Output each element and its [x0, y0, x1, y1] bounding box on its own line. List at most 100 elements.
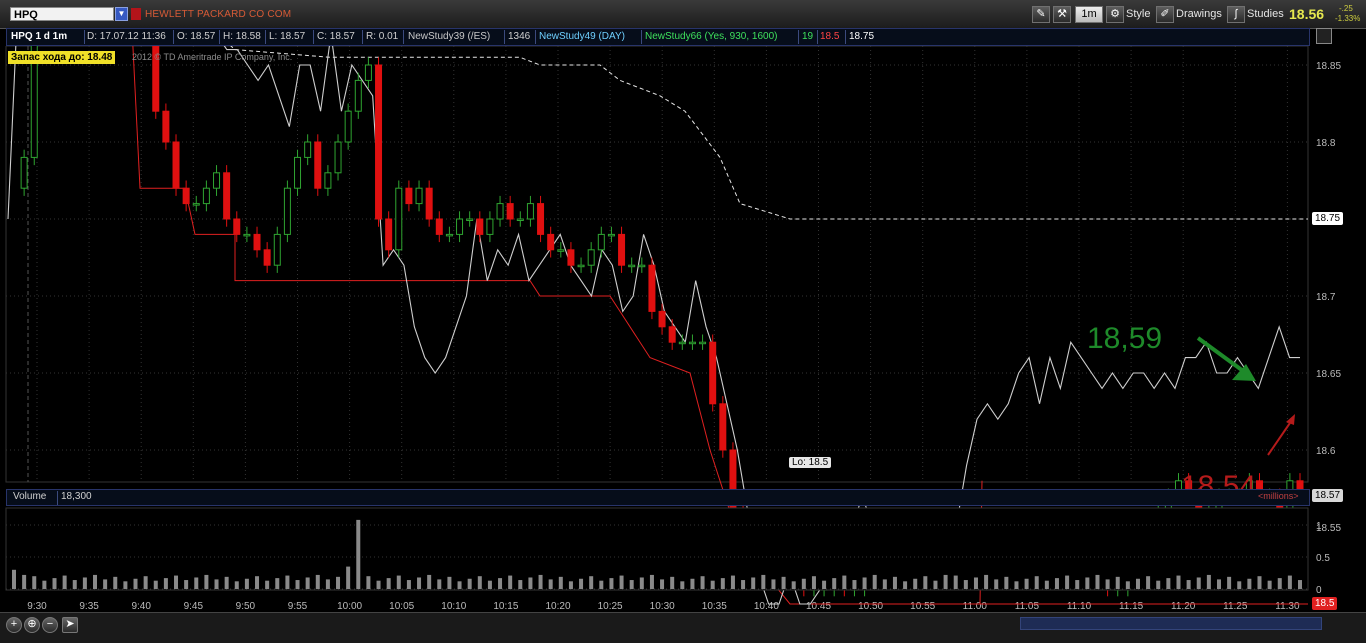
volume-bar — [376, 580, 381, 589]
y-tick-label: 18.7 — [1316, 292, 1336, 303]
candle-body — [304, 141, 312, 158]
volume-bar — [52, 578, 57, 589]
volume-bar — [791, 581, 796, 589]
volume-bar — [305, 577, 310, 589]
x-tick-label: 10:10 — [441, 601, 466, 612]
volume-bar — [1014, 581, 1019, 589]
volume-bar — [1054, 578, 1059, 589]
volume-bar — [629, 580, 634, 589]
volume-bar — [113, 576, 118, 589]
volume-bar — [700, 576, 705, 589]
volume-bar — [1267, 580, 1272, 589]
time-scrollbar[interactable] — [1020, 617, 1322, 630]
candle-body — [537, 203, 545, 235]
volume-tick-label: 1 — [1316, 521, 1322, 532]
volume-bar — [477, 576, 482, 589]
volume-bar — [427, 574, 432, 589]
info-study3-value: 19 — [802, 31, 814, 42]
volume-bar — [568, 581, 573, 589]
x-tick-label: 10:20 — [545, 601, 570, 612]
style-menu[interactable]: Style — [1126, 8, 1150, 20]
style-icon[interactable]: ⚙ — [1106, 6, 1124, 23]
volume-bar — [1257, 576, 1262, 589]
copyright-text: 2012 © TD Ameritrade IP Company, Inc. — [132, 52, 293, 62]
price-tag: 18.5 — [1312, 597, 1338, 610]
price-tag: 18.75 — [1312, 212, 1344, 225]
volume-bar — [771, 579, 776, 589]
volume-bar — [315, 574, 320, 589]
candle-body — [719, 403, 727, 451]
x-tick-label: 10:55 — [910, 601, 935, 612]
volume-bar — [1034, 576, 1039, 589]
candle-body — [395, 187, 403, 251]
volume-bar — [558, 576, 563, 589]
candle-body — [668, 326, 676, 343]
volume-bar — [224, 576, 229, 589]
candle-body — [618, 233, 626, 266]
candle-body — [557, 249, 565, 252]
symbol-flag-icon[interactable] — [131, 8, 141, 20]
candle-body — [223, 172, 231, 220]
price-tag: 18.57 — [1312, 489, 1344, 503]
volume-plot-frame — [5, 507, 1309, 591]
x-tick-label: 11:30 — [1275, 601, 1300, 612]
candle-body — [547, 233, 555, 251]
symbol-input[interactable]: HPQ — [10, 7, 114, 21]
volume-bar — [801, 578, 806, 589]
volume-bar — [1156, 580, 1161, 589]
volume-bar — [619, 575, 624, 589]
volume-bar — [811, 576, 816, 589]
symbol-dropdown-icon[interactable]: ▼ — [115, 7, 128, 21]
candle-body — [405, 187, 413, 205]
volume-bar — [943, 574, 948, 589]
candle-body — [526, 203, 534, 220]
drawings-menu[interactable]: Drawings — [1176, 8, 1222, 20]
volume-bar — [295, 580, 300, 589]
candle-body — [466, 218, 474, 221]
volume-bar — [498, 578, 503, 589]
volume-bar — [82, 577, 87, 589]
candle-body — [648, 264, 656, 312]
volume-bar — [518, 580, 523, 589]
volume-bar — [1065, 575, 1070, 589]
zoom-fit-icon[interactable]: + — [6, 617, 22, 633]
volume-bar — [822, 580, 827, 589]
x-tick-label: 10:45 — [806, 601, 831, 612]
zoom-in-icon[interactable]: ⊕ — [24, 617, 40, 633]
volume-bar — [609, 578, 614, 589]
cursor-icon[interactable]: ➤ — [62, 617, 78, 633]
zoom-out-icon[interactable]: − — [42, 617, 58, 633]
info-study3: NewStudy66 (Yes, 930, 1600) — [645, 31, 778, 42]
studies-icon[interactable]: ∫ — [1227, 6, 1245, 23]
volume-bar — [1277, 578, 1282, 589]
info-close: C: 18.57 — [317, 31, 355, 42]
y-tick-label: 18.6 — [1316, 446, 1336, 457]
volume-bar — [832, 578, 837, 589]
volume-bar — [963, 580, 968, 589]
wrench-icon[interactable]: ⚒ — [1053, 6, 1071, 23]
x-tick-label: 9:45 — [184, 601, 204, 612]
studies-menu[interactable]: Studies — [1247, 8, 1284, 20]
candle-body — [354, 79, 362, 112]
interval-button[interactable]: 1m — [1075, 6, 1103, 23]
chart-title: HPQ 1 d 1m — [11, 31, 68, 42]
chart-settings-icon[interactable] — [1316, 28, 1332, 44]
volume-bar — [589, 576, 594, 589]
volume-bar — [994, 579, 999, 589]
candle-body — [709, 341, 717, 405]
volume-bar — [1206, 574, 1211, 589]
tools-icon[interactable]: ✎ — [1032, 6, 1050, 23]
drawings-icon[interactable]: ✐ — [1156, 6, 1174, 23]
volume-bar — [1237, 581, 1242, 589]
info-low: L: 18.57 — [269, 31, 306, 42]
x-tick-label: 10:00 — [337, 601, 362, 612]
low-label: Lo: 18.5 — [789, 457, 832, 468]
candle-body — [425, 187, 433, 220]
volume-bar — [214, 579, 219, 589]
volume-bar — [265, 580, 270, 589]
candle-body — [577, 264, 585, 268]
candle-body — [162, 110, 170, 143]
volume-bar — [346, 566, 351, 589]
volume-bar — [123, 581, 128, 589]
volume-bar — [386, 578, 391, 589]
